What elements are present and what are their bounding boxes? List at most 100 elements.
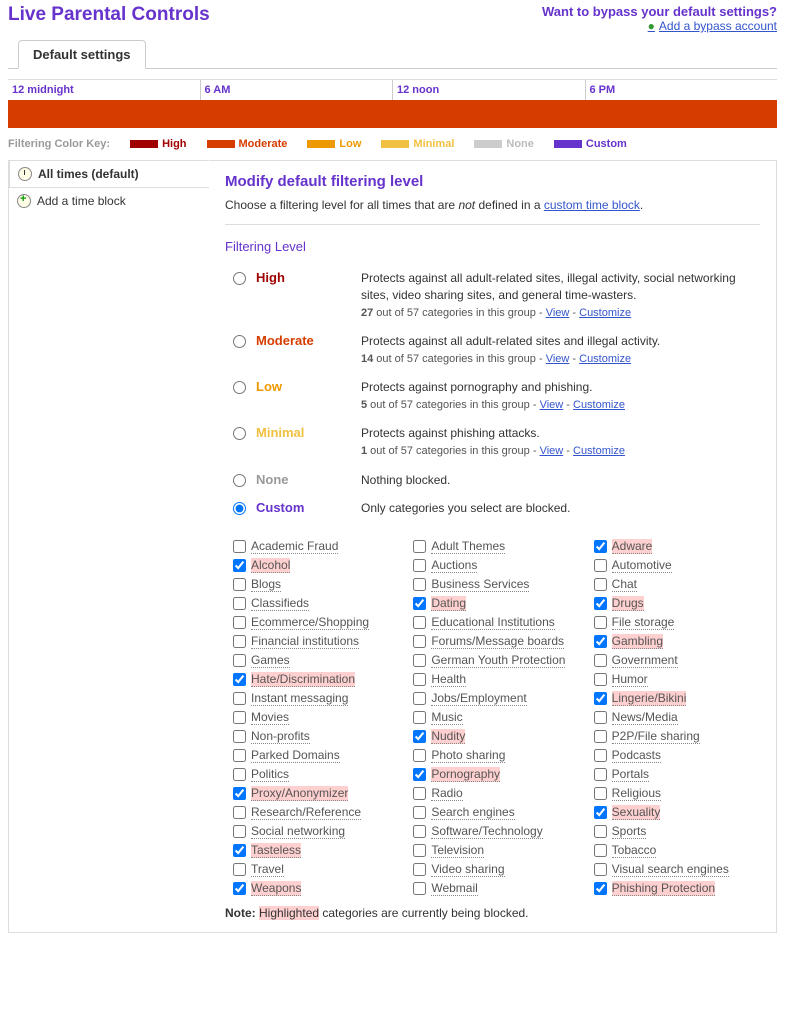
custom-time-block-link[interactable]: custom time block	[544, 198, 640, 212]
category-label[interactable]: Sexuality	[612, 805, 661, 820]
category-label[interactable]: Radio	[431, 786, 462, 801]
category-label[interactable]: Sports	[612, 824, 647, 839]
category-checkbox[interactable]	[594, 882, 607, 895]
category-checkbox[interactable]	[594, 768, 607, 781]
category-label[interactable]: Tobacco	[612, 843, 657, 858]
category-checkbox[interactable]	[233, 635, 246, 648]
category-label[interactable]: Non-profits	[251, 729, 310, 744]
category-checkbox[interactable]	[594, 825, 607, 838]
category-checkbox[interactable]	[594, 711, 607, 724]
category-checkbox[interactable]	[594, 749, 607, 762]
category-label[interactable]: Adware	[612, 539, 653, 554]
category-label[interactable]: P2P/File sharing	[612, 729, 700, 744]
category-checkbox[interactable]	[594, 844, 607, 857]
category-checkbox[interactable]	[233, 711, 246, 724]
category-checkbox[interactable]	[233, 616, 246, 629]
category-checkbox[interactable]	[594, 616, 607, 629]
category-label[interactable]: Lingerie/Bikini	[612, 691, 687, 706]
category-label[interactable]: Chat	[612, 577, 637, 592]
customize-link[interactable]: Customize	[573, 399, 625, 411]
category-checkbox[interactable]	[233, 730, 246, 743]
category-label[interactable]: Travel	[251, 862, 284, 877]
category-checkbox[interactable]	[233, 882, 246, 895]
category-label[interactable]: Portals	[612, 767, 649, 782]
category-checkbox[interactable]	[413, 711, 426, 724]
category-label[interactable]: Politics	[251, 767, 289, 782]
category-label[interactable]: Religious	[612, 786, 661, 801]
category-checkbox[interactable]	[594, 578, 607, 591]
category-label[interactable]: Drugs	[612, 596, 644, 611]
add-bypass-link[interactable]: Add a bypass account	[648, 19, 777, 33]
category-checkbox[interactable]	[594, 787, 607, 800]
radio-custom[interactable]	[233, 502, 246, 515]
category-label[interactable]: Tasteless	[251, 843, 301, 858]
category-checkbox[interactable]	[413, 863, 426, 876]
category-checkbox[interactable]	[233, 825, 246, 838]
category-label[interactable]: Nudity	[431, 729, 465, 744]
category-checkbox[interactable]	[413, 559, 426, 572]
category-label[interactable]: Ecommerce/Shopping	[251, 615, 369, 630]
category-checkbox[interactable]	[594, 730, 607, 743]
category-checkbox[interactable]	[594, 692, 607, 705]
category-checkbox[interactable]	[413, 673, 426, 686]
category-checkbox[interactable]	[233, 787, 246, 800]
sidebar-item-add-time-block[interactable]: Add a time block	[9, 187, 209, 214]
category-label[interactable]: Humor	[612, 672, 648, 687]
category-checkbox[interactable]	[413, 749, 426, 762]
view-link[interactable]: View	[546, 353, 570, 365]
category-checkbox[interactable]	[594, 806, 607, 819]
category-checkbox[interactable]	[233, 749, 246, 762]
category-label[interactable]: German Youth Protection	[431, 653, 565, 668]
category-label[interactable]: Government	[612, 653, 678, 668]
view-link[interactable]: View	[546, 307, 570, 319]
category-label[interactable]: Movies	[251, 710, 289, 725]
category-label[interactable]: News/Media	[612, 710, 678, 725]
category-label[interactable]: Auctions	[431, 558, 477, 573]
category-checkbox[interactable]	[594, 673, 607, 686]
view-link[interactable]: View	[540, 399, 564, 411]
schedule-bar[interactable]	[8, 100, 777, 128]
category-label[interactable]: Research/Reference	[251, 805, 361, 820]
category-checkbox[interactable]	[233, 768, 246, 781]
category-checkbox[interactable]	[413, 635, 426, 648]
category-label[interactable]: Forums/Message boards	[431, 634, 564, 649]
category-checkbox[interactable]	[594, 559, 607, 572]
category-checkbox[interactable]	[413, 806, 426, 819]
category-checkbox[interactable]	[233, 863, 246, 876]
category-label[interactable]: Parked Domains	[251, 748, 340, 763]
category-checkbox[interactable]	[413, 825, 426, 838]
category-checkbox[interactable]	[594, 635, 607, 648]
radio-moderate[interactable]	[233, 335, 246, 348]
category-label[interactable]: Podcasts	[612, 748, 661, 763]
category-checkbox[interactable]	[413, 787, 426, 800]
category-label[interactable]: Music	[431, 710, 462, 725]
category-label[interactable]: Alcohol	[251, 558, 290, 573]
customize-link[interactable]: Customize	[579, 353, 631, 365]
category-label[interactable]: Phishing Protection	[612, 881, 715, 896]
radio-none[interactable]	[233, 474, 246, 487]
category-label[interactable]: Pornography	[431, 767, 500, 782]
category-label[interactable]: Academic Fraud	[251, 539, 338, 554]
category-checkbox[interactable]	[233, 844, 246, 857]
category-label[interactable]: Blogs	[251, 577, 281, 592]
category-label[interactable]: Hate/Discrimination	[251, 672, 355, 687]
radio-minimal[interactable]	[233, 427, 246, 440]
category-checkbox[interactable]	[594, 654, 607, 667]
category-checkbox[interactable]	[233, 559, 246, 572]
category-checkbox[interactable]	[413, 616, 426, 629]
category-label[interactable]: Webmail	[431, 881, 477, 896]
category-checkbox[interactable]	[413, 597, 426, 610]
category-checkbox[interactable]	[413, 844, 426, 857]
category-checkbox[interactable]	[233, 692, 246, 705]
category-label[interactable]: Visual search engines	[612, 862, 729, 877]
tab-default-settings[interactable]: Default settings	[18, 40, 146, 69]
customize-link[interactable]: Customize	[573, 445, 625, 457]
category-checkbox[interactable]	[233, 806, 246, 819]
view-link[interactable]: View	[540, 445, 564, 457]
category-label[interactable]: Health	[431, 672, 466, 687]
category-label[interactable]: Jobs/Employment	[431, 691, 526, 706]
category-label[interactable]: File storage	[612, 615, 675, 630]
category-label[interactable]: Proxy/Anonymizer	[251, 786, 348, 801]
category-label[interactable]: Financial institutions	[251, 634, 359, 649]
category-checkbox[interactable]	[233, 673, 246, 686]
